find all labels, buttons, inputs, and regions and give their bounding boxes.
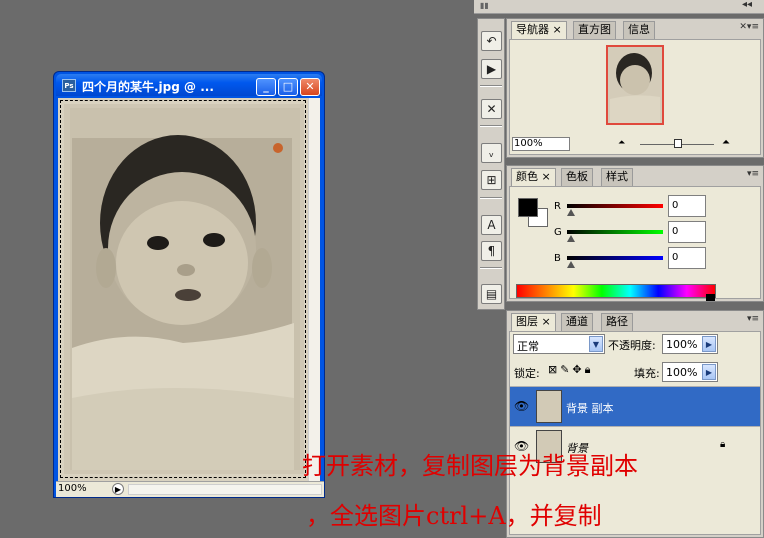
brushes-icon[interactable]: ᵥ	[481, 143, 502, 163]
zoom-slider-thumb[interactable]	[674, 139, 682, 148]
annotation-line-1: 打开素材，复制图层为背景副本	[302, 452, 638, 480]
chevron-right-icon[interactable]: ▶	[702, 336, 716, 352]
tab-navigator[interactable]: 导航器 ×	[511, 21, 567, 39]
navigator-thumbnail[interactable]	[606, 45, 664, 125]
layer-comps-icon[interactable]: ▤	[481, 284, 502, 304]
layer-row-background-copy[interactable]: 👁︎ 背景 副本	[510, 386, 760, 426]
strip-divider	[480, 125, 502, 127]
fill-field[interactable]: 100% ▶	[662, 362, 718, 382]
spectrum-black-swatch[interactable]	[706, 294, 715, 301]
panel-menu-icon[interactable]: ▾≡	[747, 314, 759, 324]
navigator-body: 100% ⏶ ⏶	[509, 39, 761, 155]
document-title-bar[interactable]: Ps 四个月的某牛.jpg @ ... _ □ ✕	[56, 74, 322, 96]
panel-icon-strip: ↶ ▶ ✕ ᵥ ⊞ A ¶ ▤	[477, 18, 505, 310]
character-icon[interactable]: A	[481, 215, 502, 235]
dock-collapse-icon[interactable]: ◂◂	[742, 0, 752, 10]
opacity-label: 不透明度:	[608, 339, 656, 352]
tab-layers[interactable]: 图层 ×	[511, 313, 556, 331]
layer-thumbnail	[536, 390, 562, 423]
opacity-field[interactable]: 100% ▶	[662, 334, 718, 354]
dock-grip-icon: ▮▮	[480, 1, 489, 10]
blue-channel-label: B	[554, 253, 561, 264]
tab-info[interactable]: 信息	[623, 21, 655, 39]
photoshop-file-icon: Ps	[62, 79, 76, 92]
panel-dock-header: ▮▮ ◂◂	[474, 0, 764, 14]
tab-histogram[interactable]: 直方图	[573, 21, 616, 39]
color-panel: 颜色 × 色板 样式 ▾≡ R 0 G 0 B 0	[506, 165, 764, 302]
green-value-field[interactable]: 0	[668, 221, 706, 243]
strip-divider	[480, 197, 502, 199]
navigator-thumbnail-image	[608, 47, 662, 123]
red-channel-label: R	[554, 201, 561, 212]
zoom-in-icon[interactable]: ⏶	[722, 137, 730, 148]
visibility-eye-icon[interactable]: 👁︎	[514, 399, 529, 413]
close-button[interactable]: ✕	[300, 78, 320, 96]
tool-presets-icon[interactable]: ✕	[481, 99, 502, 119]
tab-channels[interactable]: 通道	[561, 313, 593, 331]
vertical-scrollbar[interactable]	[308, 98, 320, 482]
horizontal-scrollbar[interactable]	[128, 484, 322, 495]
green-channel-label: G	[554, 227, 562, 238]
lock-label: 锁定:	[514, 367, 540, 380]
strip-divider	[480, 85, 502, 87]
tab-paths[interactable]: 路径	[601, 313, 633, 331]
maximize-button[interactable]: □	[278, 78, 298, 96]
fill-label: 填充:	[634, 367, 660, 380]
chevron-down-icon[interactable]: ▼	[589, 336, 603, 352]
blue-slider-thumb[interactable]	[567, 261, 575, 268]
blue-value-field[interactable]: 0	[668, 247, 706, 269]
panel-menu-icon[interactable]: ✕▾≡	[739, 22, 759, 32]
tab-color[interactable]: 颜色 ×	[511, 168, 556, 186]
actions-icon[interactable]: ▶	[481, 59, 502, 79]
red-slider[interactable]	[567, 204, 663, 208]
chevron-right-icon[interactable]: ▶	[702, 364, 716, 380]
selection-marquee	[60, 100, 306, 478]
lock-icons[interactable]: ⊠✎✥🔒︎	[548, 363, 594, 377]
document-status-bar: 100% ▶	[56, 481, 324, 497]
document-window[interactable]: Ps 四个月的某牛.jpg @ ... _ □ ✕ 100% ▶	[53, 71, 325, 498]
blue-slider[interactable]	[567, 256, 663, 260]
navigator-zoom-field[interactable]: 100%	[512, 137, 570, 151]
strip-divider	[480, 267, 502, 269]
history-icon[interactable]: ↶	[481, 31, 502, 51]
layer-name[interactable]: 背景 副本	[566, 400, 614, 416]
lock-icon: 🔒︎	[720, 439, 726, 450]
paragraph-icon[interactable]: ¶	[481, 241, 502, 261]
zoom-out-icon[interactable]: ⏶	[618, 138, 625, 148]
green-slider-thumb[interactable]	[567, 235, 575, 242]
annotation-line-2: ，全选图片ctrl+A，并复制	[306, 502, 602, 530]
color-body: R 0 G 0 B 0	[509, 186, 761, 301]
panel-menu-icon[interactable]: ▾≡	[747, 169, 759, 179]
color-spectrum-bar[interactable]	[516, 284, 716, 298]
clone-source-icon[interactable]: ⊞	[481, 170, 502, 190]
blend-mode-select[interactable]: 正常 ▼	[513, 334, 605, 354]
tab-swatches[interactable]: 色板	[561, 168, 593, 186]
tab-styles[interactable]: 样式	[601, 168, 633, 186]
status-menu-icon[interactable]: ▶	[112, 483, 124, 495]
green-slider[interactable]	[567, 230, 663, 234]
minimize-button[interactable]: _	[256, 78, 276, 96]
navigator-panel: 导航器 × 直方图 信息 ✕▾≡ 100% ⏶ ⏶	[506, 18, 764, 158]
red-value-field[interactable]: 0	[668, 195, 706, 217]
red-slider-thumb[interactable]	[567, 209, 575, 216]
document-zoom-field[interactable]: 100%	[58, 483, 87, 494]
document-title: 四个月的某牛.jpg @ ...	[82, 80, 214, 94]
document-canvas[interactable]	[58, 98, 320, 482]
foreground-color-swatch[interactable]	[518, 198, 538, 217]
